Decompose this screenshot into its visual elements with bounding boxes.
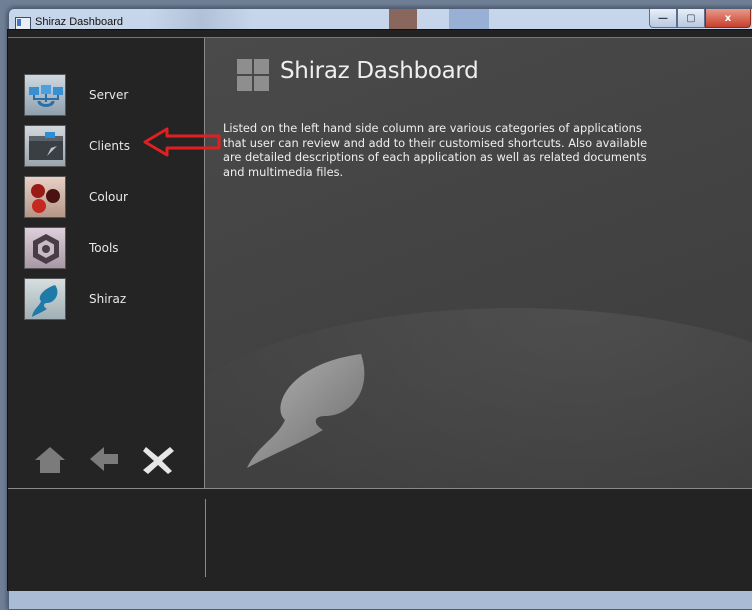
close-window-button[interactable]: x [705, 9, 751, 28]
close-icon[interactable] [140, 443, 176, 475]
sidebar-item-label: Colour [89, 190, 128, 204]
bottom-divider [205, 499, 206, 577]
sidebar-item-server[interactable]: Server [24, 74, 194, 120]
sidebar-item-label: Server [89, 88, 129, 102]
sidebar-item-tools[interactable]: Tools [24, 227, 194, 273]
back-arrow-icon[interactable] [86, 443, 122, 475]
sidebar-item-shiraz[interactable]: Shiraz [24, 278, 194, 324]
colour-icon [24, 176, 66, 218]
dashboard-logo-icon [237, 59, 269, 91]
annotation-arrow-icon [143, 127, 221, 157]
bottom-panel [8, 488, 752, 591]
home-icon[interactable] [32, 443, 68, 475]
server-icon [24, 74, 66, 116]
sidebar-bottom-controls [32, 443, 176, 475]
sidebar-item-label: Clients [89, 139, 130, 153]
sidebar-item-label: Shiraz [89, 292, 127, 306]
window-title: Shiraz Dashboard [35, 16, 124, 28]
minimize-button[interactable]: — [649, 9, 677, 28]
page-title: Shiraz Dashboard [280, 58, 479, 84]
tools-icon [24, 227, 66, 269]
maximize-button[interactable]: ▢ [677, 9, 705, 28]
sidebar-item-label: Tools [89, 241, 119, 255]
client-area: Server Clients Colour Tools Shiraz Shira… [7, 29, 752, 591]
page-description: Listed on the left hand side column are … [223, 121, 648, 179]
sidebar: Server Clients Colour Tools Shiraz [8, 38, 205, 488]
window-controls: — ▢ x [649, 9, 751, 29]
main-panel: Shiraz Dashboard Listed on the left hand… [205, 38, 752, 488]
sidebar-item-colour[interactable]: Colour [24, 176, 194, 222]
shiraz-watermark-icon [247, 354, 365, 468]
clients-icon [24, 125, 66, 167]
shiraz-icon [24, 278, 66, 320]
